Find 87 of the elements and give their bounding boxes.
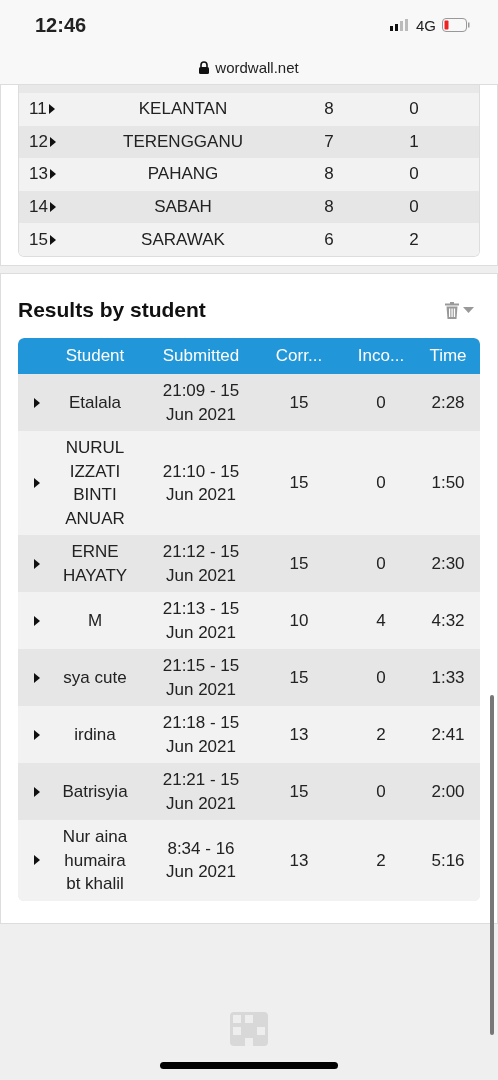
student-name: NURUL IZZATI BINTI ANUAR (64, 437, 126, 530)
caret-icon[interactable] (34, 729, 40, 740)
caret-icon[interactable] (34, 558, 40, 569)
rank-number: 13 (29, 164, 48, 185)
incorrect-count: 0 (408, 164, 420, 185)
team-name: SARAWAK (140, 229, 226, 250)
dropdown-caret-icon (463, 307, 474, 313)
caret-icon[interactable] (34, 397, 40, 408)
incorrect-count: 0 (375, 666, 387, 689)
correct-count: 10 (288, 609, 310, 632)
team-name: PAHANG (146, 164, 220, 185)
column-header[interactable]: Student (40, 344, 150, 368)
caret-icon[interactable] (49, 234, 56, 245)
caret-icon[interactable] (49, 202, 56, 213)
rank-number: 15 (29, 229, 48, 250)
student-name: irdina (73, 723, 117, 746)
time-taken: 1:50 (430, 472, 466, 495)
incorrect-count: 0 (375, 552, 387, 575)
team-name: SABAH (153, 197, 213, 218)
time-taken: 5:16 (430, 849, 466, 872)
submitted-time: 8:34 - 16 Jun 2021 (165, 837, 237, 884)
submitted-time: 21:12 - 15 Jun 2021 (161, 541, 241, 587)
student-name: M (86, 609, 104, 632)
correct-count: 8 (323, 164, 335, 185)
incorrect-count: 0 (375, 472, 387, 495)
battery-icon (442, 18, 470, 32)
correct-count: 15 (288, 552, 310, 575)
rank-number: 12 (29, 131, 48, 152)
correct-count: 15 (288, 472, 310, 495)
incorrect-count: 0 (375, 780, 387, 803)
team-name: TERENGGANU (122, 131, 244, 152)
student-name: Etalala (68, 391, 122, 414)
lock-icon (199, 60, 210, 74)
caret-icon[interactable] (49, 169, 56, 180)
correct-count: 15 (288, 391, 310, 414)
caret-icon[interactable] (49, 136, 56, 147)
caret-icon[interactable] (34, 786, 40, 797)
correct-count: 8 (323, 197, 335, 218)
trash-icon (445, 301, 459, 319)
student-name: sya cute (62, 666, 128, 689)
incorrect-count: 2 (375, 723, 387, 746)
column-header[interactable]: Submitted (150, 344, 252, 368)
caret-icon[interactable] (34, 672, 40, 683)
submitted-time: 21:15 - 15 Jun 2021 (161, 655, 241, 701)
time-taken: 4:32 (430, 609, 466, 632)
time-taken: 2:41 (430, 723, 466, 746)
correct-count: 13 (288, 849, 310, 872)
incorrect-count: 2 (408, 229, 420, 250)
incorrect-count: 0 (408, 99, 420, 120)
time-taken: 2:28 (430, 391, 466, 414)
caret-icon[interactable] (34, 478, 40, 488)
student-name: Batrisyia (61, 780, 129, 803)
correct-count: 6 (323, 229, 335, 250)
time-taken: 2:00 (430, 780, 466, 803)
signal-icon (390, 19, 410, 31)
correct-count: 7 (323, 131, 335, 152)
correct-count: 15 (288, 666, 310, 689)
caret-icon[interactable] (34, 615, 40, 626)
column-header[interactable]: Inco... (346, 344, 416, 368)
correct-count: 15 (288, 780, 310, 803)
team-name: KELANTAN (137, 99, 229, 120)
time-taken: 2:30 (430, 552, 466, 575)
column-header[interactable]: Corr... (252, 344, 346, 368)
student-name: Nur aina humaira bt khalil (61, 826, 129, 895)
correct-count: 8 (323, 99, 335, 120)
rank-number: 14 (29, 197, 48, 218)
incorrect-count: 2 (375, 849, 387, 872)
caret-icon[interactable] (34, 855, 40, 866)
student-name: ERNE HAYATY (61, 541, 129, 587)
time-taken: 1:33 (430, 666, 466, 689)
section-title: Results by student (18, 298, 206, 322)
submitted-time: 21:10 - 15 Jun 2021 (161, 460, 241, 506)
incorrect-count: 4 (375, 609, 387, 632)
submitted-time: 21:21 - 15 Jun 2021 (161, 769, 241, 815)
caret-icon[interactable] (48, 104, 55, 115)
submitted-time: 21:09 - 15 Jun 2021 (161, 380, 241, 426)
submitted-time: 21:13 - 15 Jun 2021 (161, 598, 241, 644)
column-header[interactable]: Time (416, 344, 480, 368)
rank-number: 11 (29, 99, 47, 120)
incorrect-count: 0 (375, 391, 387, 414)
submitted-time: 21:18 - 15 Jun 2021 (161, 712, 241, 758)
incorrect-count: 1 (408, 131, 420, 152)
network-label: 4G (416, 16, 436, 34)
url-text[interactable]: wordwall.net (215, 58, 299, 76)
correct-count: 13 (288, 723, 310, 746)
clock-time: 12:46 (35, 13, 88, 37)
incorrect-count: 0 (408, 197, 420, 218)
